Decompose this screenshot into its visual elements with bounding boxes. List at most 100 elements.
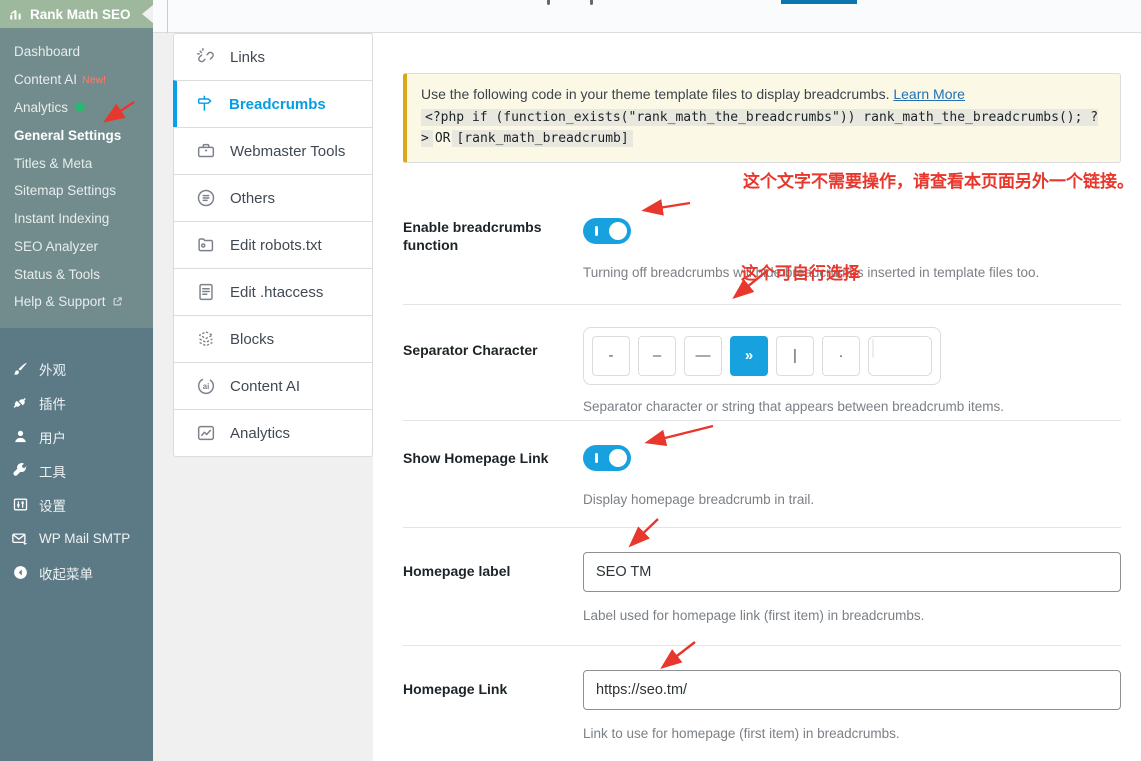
enable-breadcrumbs-toggle[interactable]: [583, 218, 631, 244]
green-dot-indicator: [75, 102, 85, 112]
toggle-on-mark: [595, 226, 598, 236]
separator-options-group: - – — » | ·: [583, 327, 941, 385]
tab-blocks[interactable]: Blocks: [173, 315, 373, 363]
sidebar-item-analytics[interactable]: Analytics: [0, 94, 153, 122]
svg-text:ai: ai: [203, 382, 210, 391]
plugin-icon: [10, 393, 30, 413]
toggle-knob: [609, 222, 627, 240]
broken-link-icon: [194, 45, 218, 69]
homepage-link-input[interactable]: [583, 670, 1121, 710]
wrench-icon: [10, 461, 30, 481]
wp-core-menu: 外观 插件 用户 工具 设置 WP Mail SMTP: [0, 328, 153, 761]
tab-links[interactable]: Links: [173, 33, 373, 81]
list-circle-icon: [194, 186, 218, 210]
toggle-on-mark: [595, 453, 598, 463]
sidebar-item-content-ai[interactable]: Content AINew!: [0, 66, 153, 94]
tab-breadcrumbs[interactable]: Breadcrumbs: [173, 80, 373, 128]
sidebar-title: Rank Math SEO: [30, 7, 131, 22]
separator-option-emdash[interactable]: —: [684, 336, 722, 376]
text-fragment: [547, 0, 550, 5]
separator-custom-input[interactable]: [868, 336, 932, 376]
setting-row-homepage-label: Homepage label Label used for homepage l…: [403, 528, 1121, 646]
setting-row-homepage-link: Homepage Link Link to use for homepage (…: [403, 646, 1121, 761]
breadcrumbs-settings-panel: Use the following code in your theme tem…: [373, 33, 1141, 761]
setting-row-separator: Separator Character - – — » | · Separato…: [403, 305, 1121, 421]
separator-option-dot[interactable]: ·: [822, 336, 860, 376]
content-ai-icon: ai: [194, 374, 218, 398]
separator-option-hyphen[interactable]: -: [592, 336, 630, 376]
sidebar-item-plugins[interactable]: 插件: [0, 386, 153, 420]
annotation-note-top: 这个文字不需要操作，请查看本页面另外一个链接。: [403, 167, 1134, 192]
new-badge: New!: [82, 74, 106, 86]
code-or-text: OR: [433, 131, 453, 146]
active-menu-notch: [142, 5, 153, 23]
panel-edge-line: [167, 0, 168, 33]
sidebar-item-dashboard[interactable]: Dashboard: [0, 38, 153, 66]
setting-row-enable-breadcrumbs: Enable breadcrumbs function Turning off …: [403, 198, 1121, 305]
field-label: Enable breadcrumbs function: [403, 218, 583, 280]
sidebar-item-instant-indexing[interactable]: Instant Indexing: [0, 205, 153, 233]
field-label: Homepage Link: [403, 670, 583, 741]
annotation-note-separator: 这个可自行选择: [741, 259, 860, 284]
separator-option-guillemet-selected[interactable]: »: [730, 336, 768, 376]
rank-math-logo-icon: [8, 7, 23, 22]
sidebar-item-collapse-menu[interactable]: 收起菜单: [0, 556, 153, 590]
rank-math-settings-page: Rank Math SEO Dashboard Content AINew! A…: [0, 0, 1141, 761]
rank-math-submenu: Dashboard Content AINew! Analytics Gener…: [0, 28, 153, 328]
sidebar-item-help-support[interactable]: Help & Support: [0, 288, 153, 316]
sidebar-item-seo-analyzer[interactable]: SEO Analyzer: [0, 232, 153, 260]
breadcrumbs-code-notice: Use the following code in your theme tem…: [403, 73, 1121, 163]
user-icon: [10, 427, 30, 447]
cutoff-header-strip: [153, 0, 1141, 33]
external-link-icon: [112, 296, 123, 307]
breadcrumbs-code-snippet: <?php if (function_exists("rank_math_the…: [421, 108, 1106, 150]
shortcode: [rank_math_breadcrumb]: [452, 130, 632, 147]
field-description: Label used for homepage link (first item…: [583, 608, 1121, 623]
collapse-menu-icon: [10, 563, 30, 583]
sidebar-item-wp-mail-smtp[interactable]: WP Mail SMTP: [0, 522, 153, 556]
breadcrumbs-signpost-icon: [193, 92, 217, 116]
sidebar-item-titles-meta[interactable]: Titles & Meta: [0, 149, 153, 177]
field-description: Link to use for homepage (first item) in…: [583, 726, 1121, 741]
field-label: Homepage label: [403, 552, 583, 623]
brush-icon: [10, 359, 30, 379]
tab-content-ai[interactable]: ai Content AI: [173, 362, 373, 410]
sidebar-item-users[interactable]: 用户: [0, 420, 153, 454]
sidebar-item-settings[interactable]: 设置: [0, 488, 153, 522]
admin-body: Links Breadcrumbs Webmaster Tools Others…: [153, 0, 1141, 761]
sidebar-item-sitemap-settings[interactable]: Sitemap Settings: [0, 177, 153, 205]
field-label: Show Homepage Link: [403, 445, 583, 507]
mail-icon: [10, 529, 30, 549]
notice-text: Use the following code in your theme tem…: [421, 86, 889, 102]
briefcase-icon: [194, 139, 218, 163]
layers-icon: [194, 327, 218, 351]
active-tab-underline-fragment: [781, 0, 857, 4]
tab-edit-robots[interactable]: Edit robots.txt: [173, 221, 373, 269]
separator-option-pipe[interactable]: |: [776, 336, 814, 376]
sidebar-item-appearance[interactable]: 外观: [0, 352, 153, 386]
sliders-icon: [10, 495, 30, 515]
sidebar-item-status-tools[interactable]: Status & Tools: [0, 260, 153, 288]
show-homepage-toggle[interactable]: [583, 445, 631, 471]
setting-row-show-homepage: Show Homepage Link Display homepage brea…: [403, 421, 1121, 528]
settings-tabs-sidebar: Links Breadcrumbs Webmaster Tools Others…: [153, 33, 373, 761]
homepage-label-input[interactable]: [583, 552, 1121, 592]
separator-option-endash[interactable]: –: [638, 336, 676, 376]
wp-admin-sidebar: Rank Math SEO Dashboard Content AINew! A…: [0, 0, 153, 761]
toggle-knob: [609, 449, 627, 467]
tab-others[interactable]: Others: [173, 174, 373, 222]
field-label: Separator Character: [403, 327, 583, 414]
sidebar-item-rank-math[interactable]: Rank Math SEO: [0, 0, 153, 28]
analytics-chart-icon: [194, 421, 218, 445]
robots-file-icon: [194, 233, 218, 257]
sidebar-item-tools[interactable]: 工具: [0, 454, 153, 488]
field-description: Display homepage breadcrumb in trail.: [583, 492, 1121, 507]
learn-more-link[interactable]: Learn More: [893, 86, 965, 102]
sidebar-item-general-settings[interactable]: General Settings: [0, 121, 153, 149]
tab-edit-htaccess[interactable]: Edit .htaccess: [173, 268, 373, 316]
document-icon: [194, 280, 218, 304]
tab-webmaster-tools[interactable]: Webmaster Tools: [173, 127, 373, 175]
text-fragment: [590, 0, 593, 5]
field-description: Separator character or string that appea…: [583, 399, 1121, 414]
tab-analytics[interactable]: Analytics: [173, 409, 373, 457]
